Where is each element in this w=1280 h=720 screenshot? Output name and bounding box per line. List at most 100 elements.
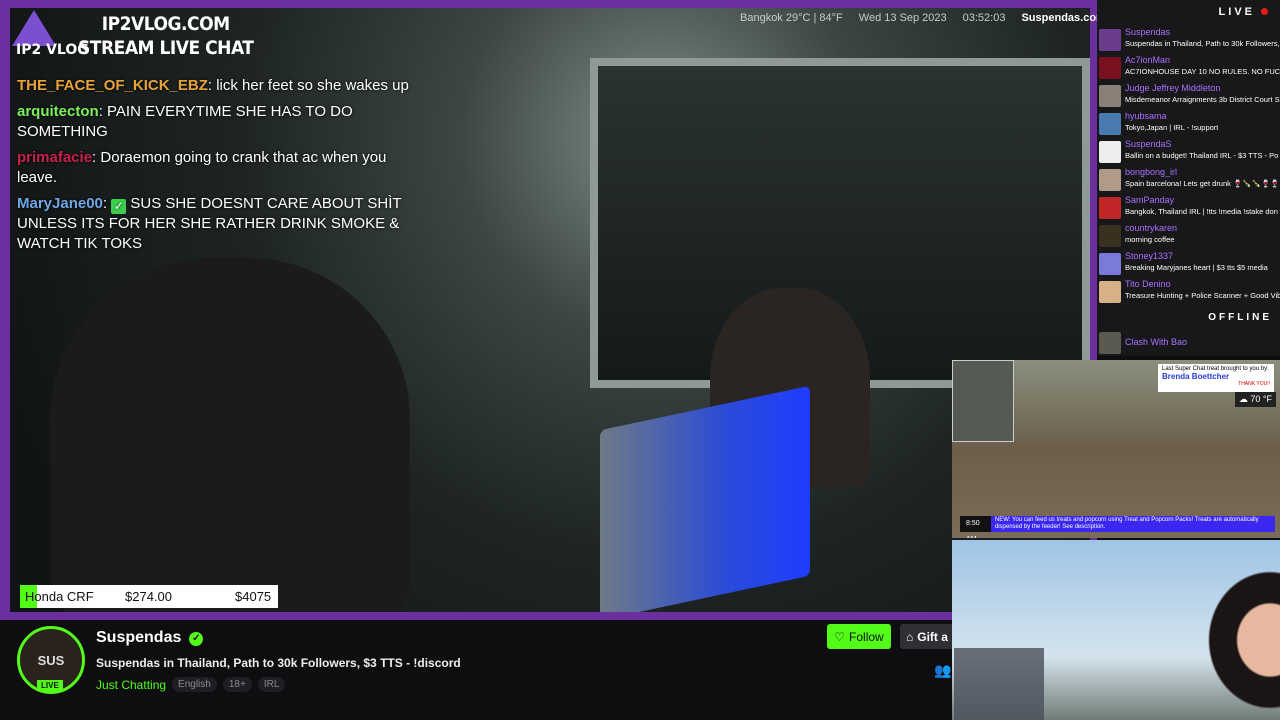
channel-name: hyubsama [1125, 111, 1167, 121]
chicken-cam[interactable]: Last Super Chat treat brought to you by:… [952, 360, 1280, 538]
heart-icon: ♡ [834, 629, 846, 644]
channel-name: SuspendaS [1125, 139, 1172, 149]
goal-label: Honda CRF [25, 589, 94, 604]
cam2-person [1180, 540, 1280, 720]
category-link[interactable]: Just Chatting [96, 678, 166, 692]
gift-label: Gift a [917, 629, 948, 644]
chat-username: MaryJane00 [17, 195, 103, 212]
verified-icon: ✓ [189, 632, 204, 646]
overlay-title-line2: STREAM LIVE CHAT [78, 37, 254, 59]
channel-item[interactable]: bongbong_irl Spain barcelona! Lets get dr… [1099, 167, 1280, 193]
chicken-cam-inset [952, 360, 1014, 442]
channel-name: SamPanday [1125, 195, 1175, 205]
channel-name: bongbong_irl [1125, 167, 1178, 177]
temperature: ☁ 70 °F [1234, 392, 1276, 407]
cam2-chat-inset [954, 648, 1044, 720]
ticker-time: 8:50 AM [960, 516, 991, 538]
channel-desc: Treasure Hunting + Police Scanner + Good… [1125, 291, 1280, 300]
channel-avatar [1099, 197, 1121, 219]
tag[interactable]: IRL [257, 677, 286, 692]
offline-header: OFFLINE [1208, 312, 1272, 323]
channel-item[interactable]: hyubsama Tokyo,Japan | IRL - !support [1099, 111, 1280, 137]
brand-logo [12, 10, 56, 46]
chat-message: MaryJane00: ✓ SUS SHE DOESNT CARE ABOUT … [17, 195, 402, 252]
channel-desc: Spain barcelona! Lets get drunk 🍷🍾🍾🍷🍷 [1125, 179, 1280, 188]
channel-avatar [1099, 225, 1121, 247]
channel-avatar [1099, 281, 1121, 303]
channel-desc: Misdemeanor Arraignments 3b District Cou… [1125, 95, 1280, 104]
channel-item[interactable]: Ac7ionMan AC7IONHOUSE DAY 10 NO RULES. NO… [1099, 55, 1280, 81]
chat-message: primafacie: Doraemon going to crank that… [17, 149, 387, 186]
channel-name: Tito Denino [1125, 279, 1171, 289]
streamer-name[interactable]: Suspendas [96, 629, 181, 646]
live-badge: LIVE [37, 680, 63, 691]
chat-username: arquitecton [17, 103, 99, 120]
viewers-icon: 👥 [934, 662, 952, 678]
channel-desc: Ballin on a budget! Thailand IRL - $3 TT… [1125, 151, 1279, 160]
channel-item[interactable]: SuspendaS Ballin on a budget! Thailand IR… [1099, 139, 1280, 165]
superchat-name: Brenda Boettcher [1162, 372, 1230, 381]
tag[interactable]: 18+ [222, 677, 252, 692]
chat-username: THE_FACE_OF_KICK_EBZ [17, 77, 208, 94]
goal-current: $274.00 [125, 589, 172, 604]
chat-message: THE_FACE_OF_KICK_EBZ: lick her feet so s… [17, 77, 409, 94]
live-label: LIVE [1218, 6, 1255, 18]
channel-desc: AC7IONHOUSE DAY 10 NO RULES. NO FUCKS G [1125, 67, 1280, 76]
date: Wed 13 Sep 2023 [858, 12, 947, 24]
live-header: LIVE [1219, 6, 1268, 18]
live-dot-icon [1261, 8, 1268, 15]
channel-desc: Breaking Maryjanes heart | $3 tts $5 med… [1125, 263, 1268, 272]
gift-button[interactable]: ⌂ Gift a [900, 624, 952, 649]
second-cam[interactable] [952, 540, 1280, 720]
channel-item[interactable]: Stoney1337 Breaking Maryjanes heart | $3 … [1099, 251, 1280, 277]
channel-desc: Tokyo,Japan | IRL - !support [1125, 123, 1219, 132]
check-icon: ✓ [111, 199, 127, 214]
channel-avatar [1099, 141, 1121, 163]
channel-item[interactable]: Judge Jeffrey Middleton Misdemeanor Arrai… [1099, 83, 1280, 109]
stream-info-bar: SUS LIVE Suspendas ✓ Suspendas in Thailan… [0, 620, 952, 720]
channel-desc: morning coffee [1125, 235, 1175, 244]
superchat-thanks: THANK YOU!! [1238, 381, 1270, 387]
follow-label: Follow [849, 629, 884, 644]
ticker-text: NEW: You can feed us treats and popcorn … [994, 517, 1259, 530]
channel-name: countrykaren [1125, 223, 1178, 233]
weather: Bangkok 29°C | 84°F [740, 12, 843, 24]
ticker: 8:50 AM NEW: You can feed us treats and … [960, 516, 1275, 538]
bug-zapper [600, 385, 810, 612]
channel-avatar [1099, 253, 1121, 275]
channel-avatar [1099, 113, 1121, 135]
channel-name: Suspendas [1125, 27, 1171, 37]
site-url: Suspendas.com [1021, 12, 1106, 24]
superchat-banner: Last Super Chat treat brought to you by:… [1158, 364, 1274, 392]
temperature-value: 70 °F [1250, 394, 1272, 404]
channel-avatar [1099, 57, 1121, 79]
stream-title: Suspendas in Thailand, Path to 30k Follo… [96, 656, 461, 670]
channel-avatar [1099, 332, 1121, 354]
channel-name: Stoney1337 [1125, 251, 1174, 261]
tag[interactable]: English [172, 677, 217, 692]
channel-item[interactable]: Suspendas Suspendas in Thailand, Path to … [1099, 27, 1280, 53]
top-info-bar: Bangkok 29°C | 84°F Wed 13 Sep 2023 03:5… [740, 12, 1106, 24]
channel-avatar [1099, 169, 1121, 191]
channel-avatar [1099, 85, 1121, 107]
channel-name: Clash With Bao [1125, 337, 1188, 347]
triangle-logo-icon [12, 10, 56, 46]
channel-desc: Suspendas in Thailand, Path to 30k Follo… [1125, 39, 1280, 48]
channel-item[interactable]: Tito Denino Treasure Hunting + Police Sca… [1099, 279, 1280, 305]
goal-target: $4075 [235, 589, 272, 604]
channel-item[interactable]: countrykaren morning coffee [1099, 223, 1280, 249]
overlay-title-line1: IP2VLOG.COM [101, 13, 230, 35]
chat-overlay: THE_FACE_OF_KICK_EBZ: lick her feet so s… [17, 76, 427, 260]
offline-channel-item[interactable]: Clash With Bao [1099, 330, 1280, 356]
avatar-text: SUS [37, 652, 65, 668]
follow-button[interactable]: ♡ Follow [827, 624, 891, 649]
overlay-title: IP2VLOG.COM STREAM LIVE CHAT [78, 12, 254, 60]
stream-tags: Just Chatting English 18+ IRL [96, 677, 286, 692]
channel-avatar [1099, 29, 1121, 51]
chat-username: primafacie [17, 149, 93, 166]
chat-text: lick her feet so she wakes up [216, 77, 409, 94]
streamer-figure [50, 258, 410, 612]
donation-goal-bar: Honda CRF $274.00 $4075 [20, 585, 278, 608]
channel-name: Judge Jeffrey Middleton [1125, 83, 1221, 93]
channel-item[interactable]: SamPanday Bangkok, Thailand IRL | !tts !m… [1099, 195, 1280, 221]
